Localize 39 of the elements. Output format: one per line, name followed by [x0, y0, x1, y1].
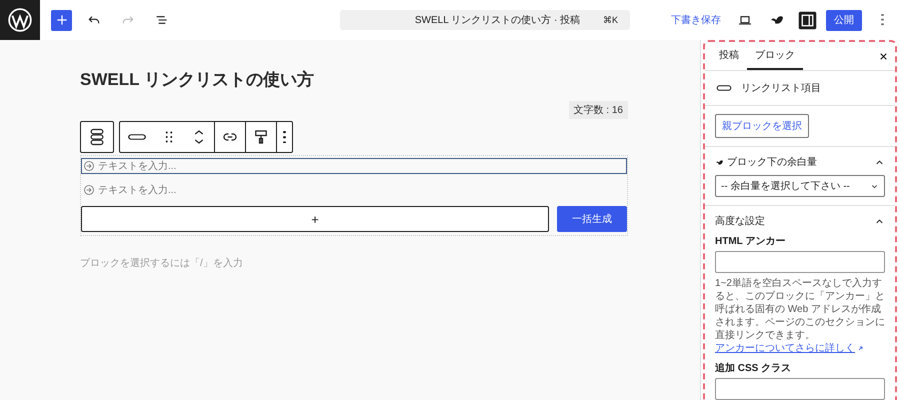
anchor-input[interactable]: [715, 251, 885, 273]
close-icon: [878, 50, 889, 62]
help-text: 1~2単語を空白スペースなしで入力すると、このブロックに「アンカー」と呼ばれる固有の Web アドレスが作成されます。ページのこのセクションに直接リンクできます。 アンカーについてさらに詳しく: [715, 277, 885, 355]
save-draft-button[interactable]: 下書き保存: [667, 13, 725, 27]
link-item-field[interactable]: テキストを入力...: [81, 158, 627, 174]
bird-icon: [715, 158, 724, 166]
select-value: -- 余白量を選択して下さい --: [721, 180, 850, 193]
field-label: 追加 CSS クラス: [715, 362, 792, 375]
document-title: SWELL リンクリストの使い方 · 投稿: [414, 14, 582, 27]
more-icon: [880, 14, 884, 26]
placeholder-text: テキストを入力...: [98, 184, 176, 197]
external-link-icon: [856, 344, 865, 353]
word-count: 文字数 : 16: [568, 101, 628, 119]
logo-icon[interactable]: [7, 7, 33, 33]
add-block-button[interactable]: [51, 10, 72, 30]
close-button[interactable]: [878, 50, 889, 62]
field-label: HTML アンカー: [715, 235, 786, 248]
publish-button[interactable]: 公開: [826, 10, 862, 30]
shortcut-hint: ⌘K: [602, 14, 618, 26]
post-title[interactable]: SWELL リンクリストの使い方: [80, 68, 628, 91]
panel-header[interactable]: ブロック下の余白量: [715, 155, 885, 169]
arrow-circle-icon: [83, 160, 95, 172]
command-bar[interactable]: SWELL リンクリストの使い方 · 投稿 ⌘K: [340, 10, 630, 30]
link-item-field[interactable]: テキストを入力...: [81, 182, 627, 198]
select-parent-button[interactable]: 親ブロックを選択: [715, 114, 809, 138]
arrow-circle-icon: [83, 184, 95, 196]
spacing-select[interactable]: -- 余白量を選択して下さい --: [715, 175, 885, 197]
learn-more-link[interactable]: アンカーについてさらに詳しく: [715, 342, 865, 355]
paint-roller-icon: [252, 128, 270, 146]
block-name: リンクリスト項目: [741, 82, 821, 95]
settings-toggle-icon[interactable]: [797, 10, 818, 30]
placeholder-text: テキストを入力...: [98, 160, 176, 173]
bulk-generate-button[interactable]: 一括生成: [557, 206, 627, 232]
add-item-button[interactable]: +: [81, 206, 549, 232]
panel-header[interactable]: 高度な設定: [715, 214, 885, 228]
sidebar-tab[interactable]: 投稿: [711, 42, 747, 70]
sidebar-tab[interactable]: ブロック: [747, 42, 803, 70]
more-icon: [283, 130, 286, 144]
css-class-input[interactable]: [715, 378, 885, 400]
